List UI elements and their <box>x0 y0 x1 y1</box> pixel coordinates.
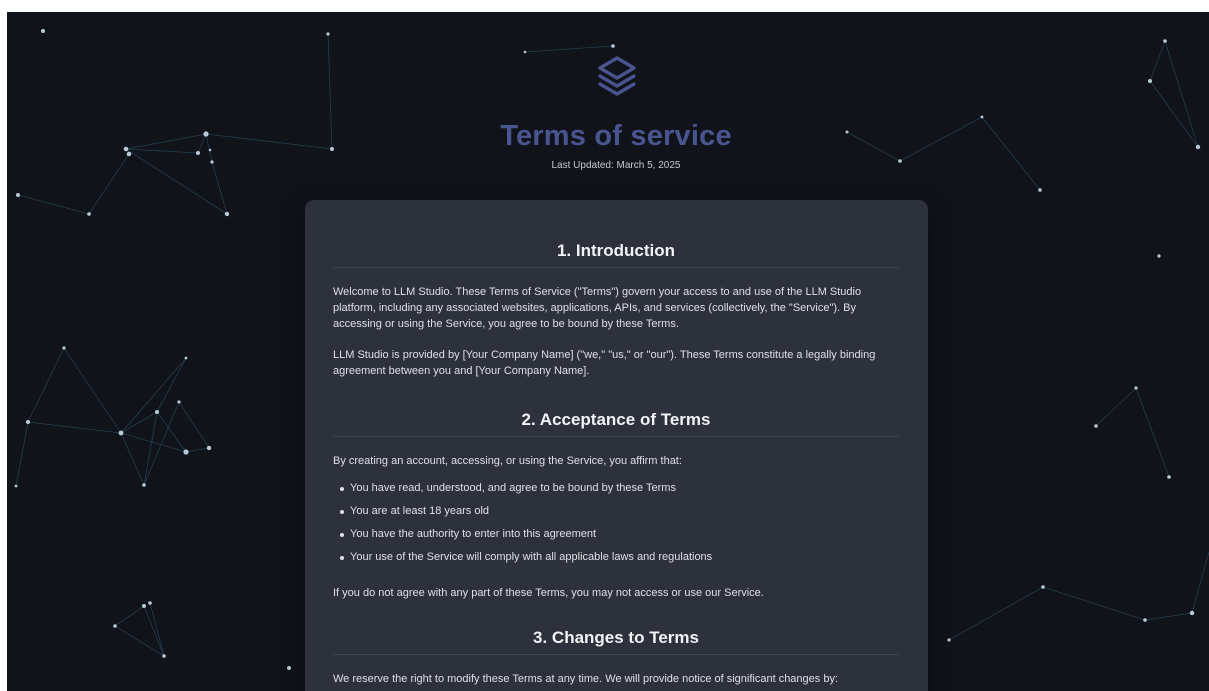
list-item: You have read, understood, and agree to … <box>333 481 899 504</box>
browser-top-edge <box>0 0 1209 12</box>
bullet-dot <box>340 510 344 514</box>
section-heading-introduction: 1. Introduction <box>333 241 899 268</box>
bullet-text: You have the authority to enter into thi… <box>350 528 597 540</box>
bullet-dot <box>340 556 344 560</box>
list-item: You have the authority to enter into thi… <box>333 527 899 550</box>
acceptance-bullet-list: You have read, understood, and agree to … <box>333 481 899 573</box>
bullet-dot <box>340 533 344 537</box>
bullet-dot <box>340 487 344 491</box>
terms-content-card: 1. Introduction Welcome to LLM Studio. T… <box>305 200 928 691</box>
bullet-text: You are at least 18 years old <box>350 505 490 517</box>
bullet-text: Your use of the Service will comply with… <box>350 551 713 563</box>
list-item: You are at least 18 years old <box>333 504 899 527</box>
layers-icon <box>598 56 636 96</box>
page-viewport[interactable]: Terms of service Last Updated: March 5, … <box>7 12 1209 691</box>
section-heading-changes: 3. Changes to Terms <box>333 628 899 655</box>
bullet-text: You have read, understood, and agree to … <box>350 482 676 494</box>
acceptance-intro: By creating an account, accessing, or us… <box>333 455 682 467</box>
section-heading-acceptance: 2. Acceptance of Terms <box>333 410 899 437</box>
changes-intro: We reserve the right to modify these Ter… <box>333 673 839 685</box>
introduction-paragraph-1: Welcome to LLM Studio. These Terms of Se… <box>333 286 862 330</box>
introduction-paragraph-2: LLM Studio is provided by [Your Company … <box>333 349 876 377</box>
page-title: Terms of service <box>500 120 732 152</box>
last-updated-date: Last Updated: March 5, 2025 <box>551 160 681 171</box>
list-item: Your use of the Service will comply with… <box>333 550 899 573</box>
acceptance-outro: If you do not agree with any part of the… <box>333 587 764 599</box>
